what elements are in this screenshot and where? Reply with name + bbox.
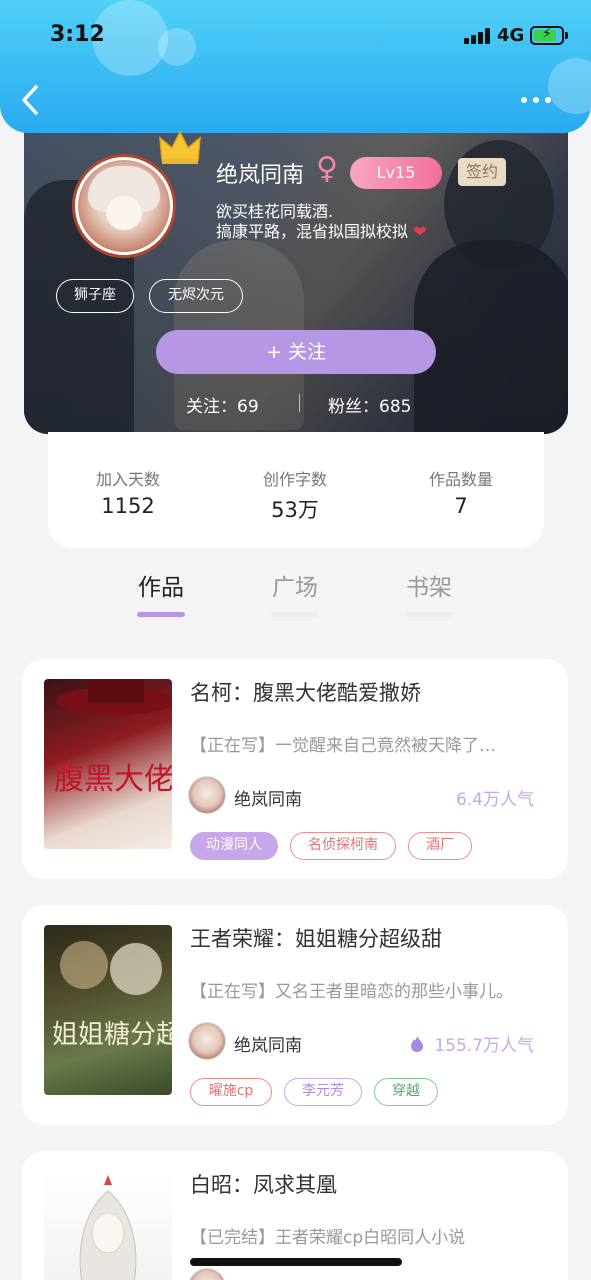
work-title[interactable]: 白昭：凤求其凰 bbox=[190, 1169, 337, 1199]
top-header: 3:12 4G ⚡ bbox=[0, 0, 591, 133]
cover-art bbox=[79, 1175, 137, 1280]
follow-stats: 关注：69 粉丝：685 bbox=[156, 392, 436, 417]
tab-bookshelf[interactable]: 书架 bbox=[384, 568, 474, 617]
profile-bio: 欲买桂花同载酒. 搞康平路，混省拟国拟校拟 ❤ bbox=[216, 202, 427, 242]
female-icon: ♀ bbox=[316, 151, 338, 186]
bio-line: 欲买桂花同载酒. bbox=[216, 202, 334, 221]
heart-icon: ❤ bbox=[413, 222, 427, 241]
work-tag[interactable]: 李元芳 bbox=[284, 1078, 362, 1106]
stat-join-days: 加入天数 1152 bbox=[58, 466, 198, 518]
signed-badge: 签约 bbox=[458, 158, 506, 186]
followers-count[interactable]: 粉丝：685 bbox=[328, 392, 411, 417]
signal-icon bbox=[464, 28, 490, 44]
author-avatar bbox=[188, 1268, 226, 1280]
network-type: 4G bbox=[497, 25, 525, 46]
work-card[interactable]: 姐姐糖分超级甜 王者荣耀：姐姐糖分超级甜 【正在写】又名王者里暗恋的那些小事儿。… bbox=[22, 905, 568, 1125]
cover-art: 腹黑大佬酷爱撒娇 bbox=[54, 679, 172, 797]
level-badge: Lv15 bbox=[350, 157, 442, 189]
work-description: 【正在写】一觉醒来自己竟然被天降了… bbox=[190, 736, 496, 756]
divider bbox=[299, 394, 300, 412]
cover-art: 姐姐糖分超级甜 bbox=[52, 941, 172, 1050]
popularity-text: 155.7万人气 bbox=[434, 1036, 534, 1056]
stat-word-count: 创作字数 53万 bbox=[225, 466, 365, 524]
tab-label: 作品 bbox=[138, 575, 184, 601]
crown-icon bbox=[159, 130, 201, 164]
work-cover[interactable]: 腹黑大佬酷爱撒娇 bbox=[44, 679, 172, 849]
follow-button[interactable]: + 关注 bbox=[156, 330, 436, 374]
stat-value: 7 bbox=[454, 494, 468, 518]
chevron-left-icon bbox=[22, 85, 38, 115]
work-card[interactable]: 腹黑大佬酷爱撒娇 名柯：腹黑大佬酷爱撒娇 【正在写】一觉醒来自己竟然被天降了… … bbox=[22, 659, 568, 879]
cover-title: 腹黑大佬酷爱撒娇 bbox=[54, 762, 172, 797]
work-tag[interactable]: 名侦探柯南 bbox=[290, 832, 396, 860]
work-tag[interactable]: 酒厂 bbox=[408, 832, 472, 860]
popularity-text: 6.4万人气 bbox=[455, 790, 534, 810]
more-button[interactable] bbox=[520, 86, 556, 114]
work-description: 【正在写】又名王者里暗恋的那些小事儿。 bbox=[190, 982, 513, 1002]
work-tag[interactable]: 曜施cp bbox=[190, 1078, 272, 1106]
profile-tag-zodiac[interactable]: 狮子座 bbox=[56, 279, 134, 313]
work-title[interactable]: 名柯：腹黑大佬酷爱撒娇 bbox=[190, 677, 421, 707]
work-description: 【已完结】王者荣耀cp白昭同人小说 bbox=[190, 1228, 466, 1248]
battery-icon: ⚡ bbox=[530, 26, 564, 45]
author-name: 绝岚同南 bbox=[234, 790, 302, 810]
stat-label: 作品数量 bbox=[428, 470, 493, 489]
popularity-count: 6.4万人气 bbox=[456, 785, 534, 810]
profile-avatar[interactable] bbox=[72, 154, 176, 258]
work-cover[interactable]: 姐姐糖分超级甜 bbox=[44, 925, 172, 1095]
work-tag[interactable]: 动漫同人 bbox=[190, 832, 278, 860]
tab-square[interactable]: 广场 bbox=[250, 568, 340, 617]
home-indicator bbox=[190, 1258, 402, 1266]
tab-indicator bbox=[405, 612, 453, 617]
status-bar: 3:12 4G ⚡ bbox=[0, 0, 591, 72]
popularity-count: 155.7万人气 bbox=[409, 1031, 534, 1056]
work-tag[interactable]: 穿越 bbox=[374, 1078, 438, 1106]
stat-value: 1152 bbox=[101, 494, 155, 518]
profile-nickname: 绝岚同南 bbox=[216, 163, 305, 188]
following-count[interactable]: 关注：69 bbox=[186, 392, 259, 417]
stat-label: 加入天数 bbox=[95, 470, 160, 489]
tab-bar: 作品 广场 书架 bbox=[0, 560, 591, 640]
tab-indicator bbox=[271, 612, 319, 617]
work-cover[interactable] bbox=[44, 1171, 172, 1280]
author-name: 绝岚同南 bbox=[234, 1036, 302, 1056]
stat-work-count: 作品数量 7 bbox=[391, 466, 531, 518]
tab-works[interactable]: 作品 bbox=[116, 568, 206, 617]
stats-card: 加入天数 1152 创作字数 53万 作品数量 7 bbox=[48, 432, 544, 548]
stat-label: 创作字数 bbox=[262, 470, 327, 489]
author-avatar bbox=[188, 1022, 226, 1060]
tab-indicator bbox=[137, 612, 185, 617]
tab-label: 书架 bbox=[406, 575, 452, 601]
flame-icon bbox=[410, 1036, 423, 1052]
author-avatar bbox=[188, 776, 226, 814]
more-dots-icon bbox=[521, 97, 551, 103]
profile-tag-community[interactable]: 无烬次元 bbox=[149, 279, 243, 313]
tab-label: 广场 bbox=[272, 575, 318, 601]
status-time: 3:12 bbox=[50, 22, 105, 47]
back-button[interactable] bbox=[20, 84, 50, 118]
battery-tip bbox=[565, 32, 568, 39]
stat-value: 53万 bbox=[271, 498, 319, 522]
work-title[interactable]: 王者荣耀：姐姐糖分超级甜 bbox=[190, 923, 442, 953]
cover-title: 姐姐糖分超级甜 bbox=[52, 1020, 172, 1050]
bio-line: 搞康平路，混省拟国拟校拟 bbox=[216, 222, 409, 241]
